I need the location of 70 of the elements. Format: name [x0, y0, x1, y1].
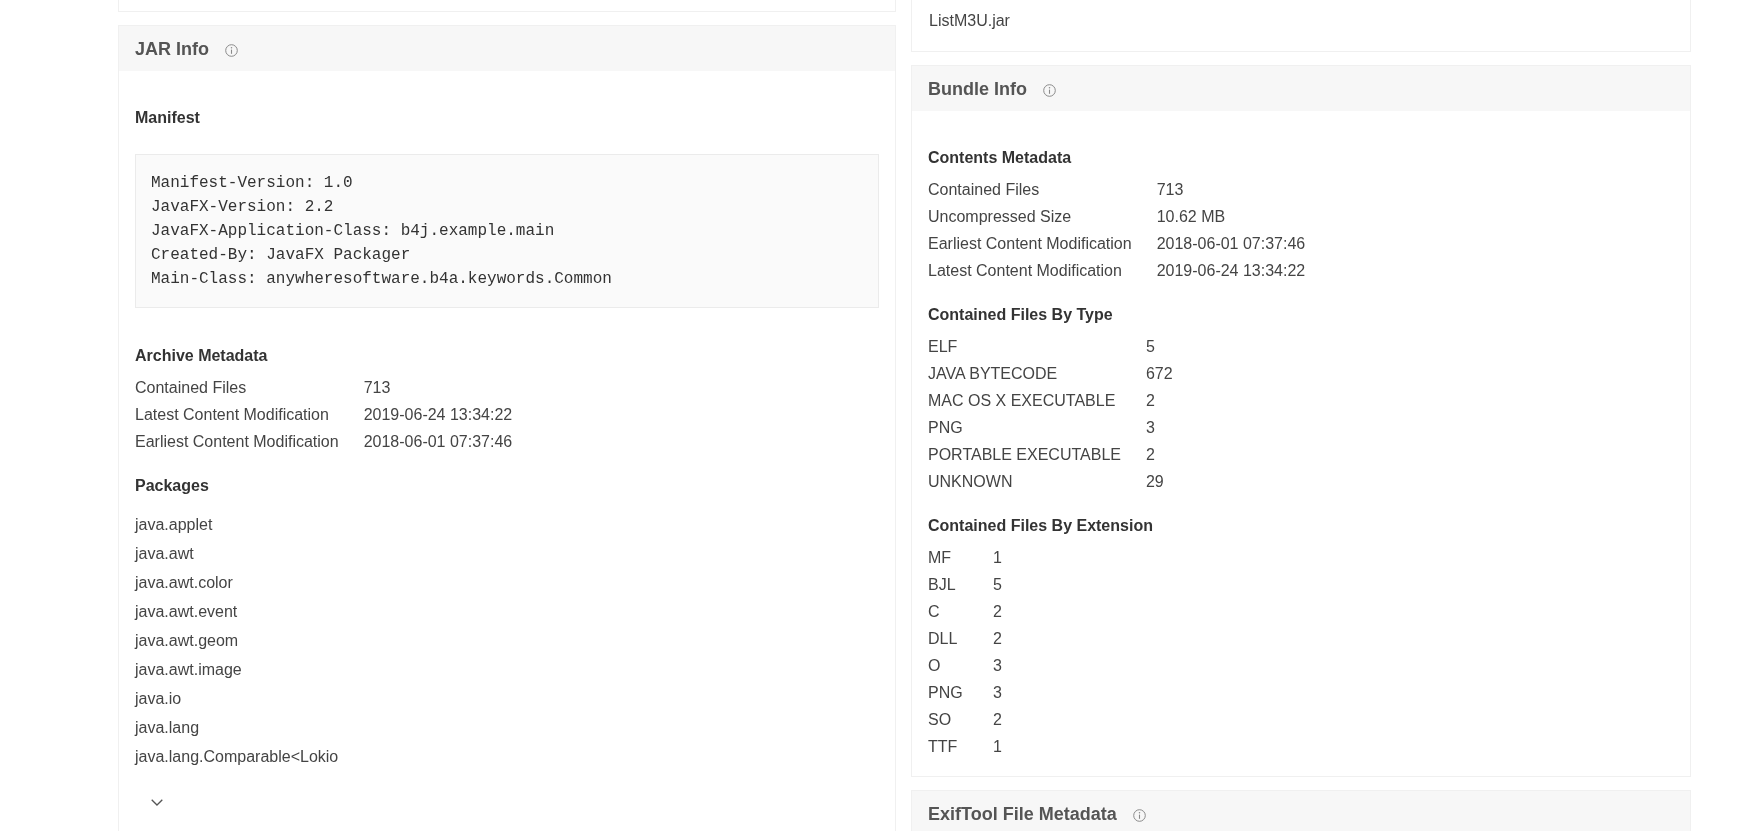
metadata-label: BJL	[928, 571, 993, 598]
metadata-label: SO	[928, 706, 993, 733]
package-item: java.lang	[135, 718, 200, 738]
package-item: java.awt	[135, 544, 194, 564]
subsection-title: Packages	[135, 476, 209, 496]
metadata-label: PORTABLE EXECUTABLE	[928, 441, 1146, 468]
metadata-value: 2018-06-01 07:37:46	[1156, 234, 1306, 254]
metadata-label: PNG	[928, 414, 1146, 441]
metadata-label: MAC OS X EXECUTABLE	[928, 387, 1146, 414]
section-title: ExifTool File Metadata	[928, 802, 1117, 825]
code-line: Created-By: JavaFX Packager	[151, 245, 411, 266]
code-line: JavaFX-Version: 2.2	[151, 197, 334, 218]
metadata-label: Earliest Content Modification	[928, 230, 1157, 257]
metadata-label: UNKNOWN	[928, 468, 1146, 495]
metadata-label: Contained Files	[135, 374, 364, 401]
file-name: ListM3U.jar	[929, 11, 1010, 31]
metadata-value: 2018-06-01 07:37:46	[363, 432, 513, 452]
subsection-title: Contained Files By Extension	[928, 516, 1153, 536]
metadata-value: 713	[1156, 180, 1185, 200]
metadata-label: TTF	[928, 737, 959, 757]
metadata-value: 2	[993, 710, 1002, 730]
metadata-value: 672	[1145, 364, 1173, 384]
package-item: java.io	[135, 689, 182, 709]
metadata-label: PNG	[928, 679, 993, 706]
code-line: Main-Class: anywheresoftware.b4a.keywords.Common	[151, 269, 612, 290]
code-line: Manifest-Version: 1.0	[151, 173, 353, 194]
subsection-title: Manifest	[135, 108, 200, 128]
chevron-down-icon[interactable]	[151, 799, 163, 806]
metadata-label: Earliest Content Modification	[135, 428, 364, 455]
info-icon	[225, 44, 238, 57]
package-item: java.awt.color	[135, 573, 233, 593]
package-item: java.applet	[135, 515, 213, 535]
metadata-value: 1	[993, 548, 1002, 568]
section-title: JAR Info	[135, 37, 209, 60]
metadata-value: 2	[1145, 391, 1156, 411]
metadata-label: DLL	[928, 625, 993, 652]
subsection-title: Contained Files By Type	[928, 305, 1113, 325]
metadata-value: 5	[1145, 337, 1156, 357]
metadata-label: MF	[928, 548, 953, 568]
metadata-label: Uncompressed Size	[928, 203, 1157, 230]
package-item: java.awt.image	[135, 660, 242, 680]
metadata-value: 1	[993, 737, 1002, 757]
metadata-value: 2	[1145, 445, 1156, 465]
metadata-value: 3	[1145, 418, 1156, 438]
metadata-label: C	[928, 598, 993, 625]
metadata-value: 2	[993, 602, 1002, 622]
metadata-value: 29	[1145, 472, 1165, 492]
metadata-value: 2019-06-24 13:34:22	[363, 405, 513, 425]
subsection-title: Contents Metadata	[928, 148, 1072, 168]
metadata-value: 5	[993, 575, 1002, 595]
code-line: JavaFX-Application-Class: b4j.example.main	[151, 221, 555, 242]
metadata-value: 713	[363, 378, 392, 398]
info-icon	[1043, 84, 1056, 97]
metadata-value: 2	[993, 629, 1002, 649]
metadata-value: 10.62 MB	[1156, 207, 1227, 227]
info-icon	[1132, 809, 1146, 822]
metadata-label: Latest Content Modification	[928, 257, 1157, 284]
metadata-value: 3	[993, 683, 1002, 703]
metadata-label: ELF	[928, 333, 1146, 360]
metadata-label: Latest Content Modification	[135, 401, 364, 428]
metadata-label: Contained Files	[928, 176, 1157, 203]
section-title: Bundle Info	[928, 77, 1027, 100]
package-item: java.lang.Comparable<Lokio	[135, 747, 339, 767]
package-item: java.awt.event	[135, 602, 238, 622]
metadata-value: 3	[993, 656, 1002, 676]
subsection-title: Archive Metadata	[135, 346, 268, 366]
package-item: java.awt.geom	[135, 631, 239, 651]
metadata-label: O	[928, 652, 993, 679]
metadata-label: JAVA BYTECODE	[928, 360, 1146, 387]
metadata-value: 2019-06-24 13:34:22	[1156, 261, 1306, 281]
